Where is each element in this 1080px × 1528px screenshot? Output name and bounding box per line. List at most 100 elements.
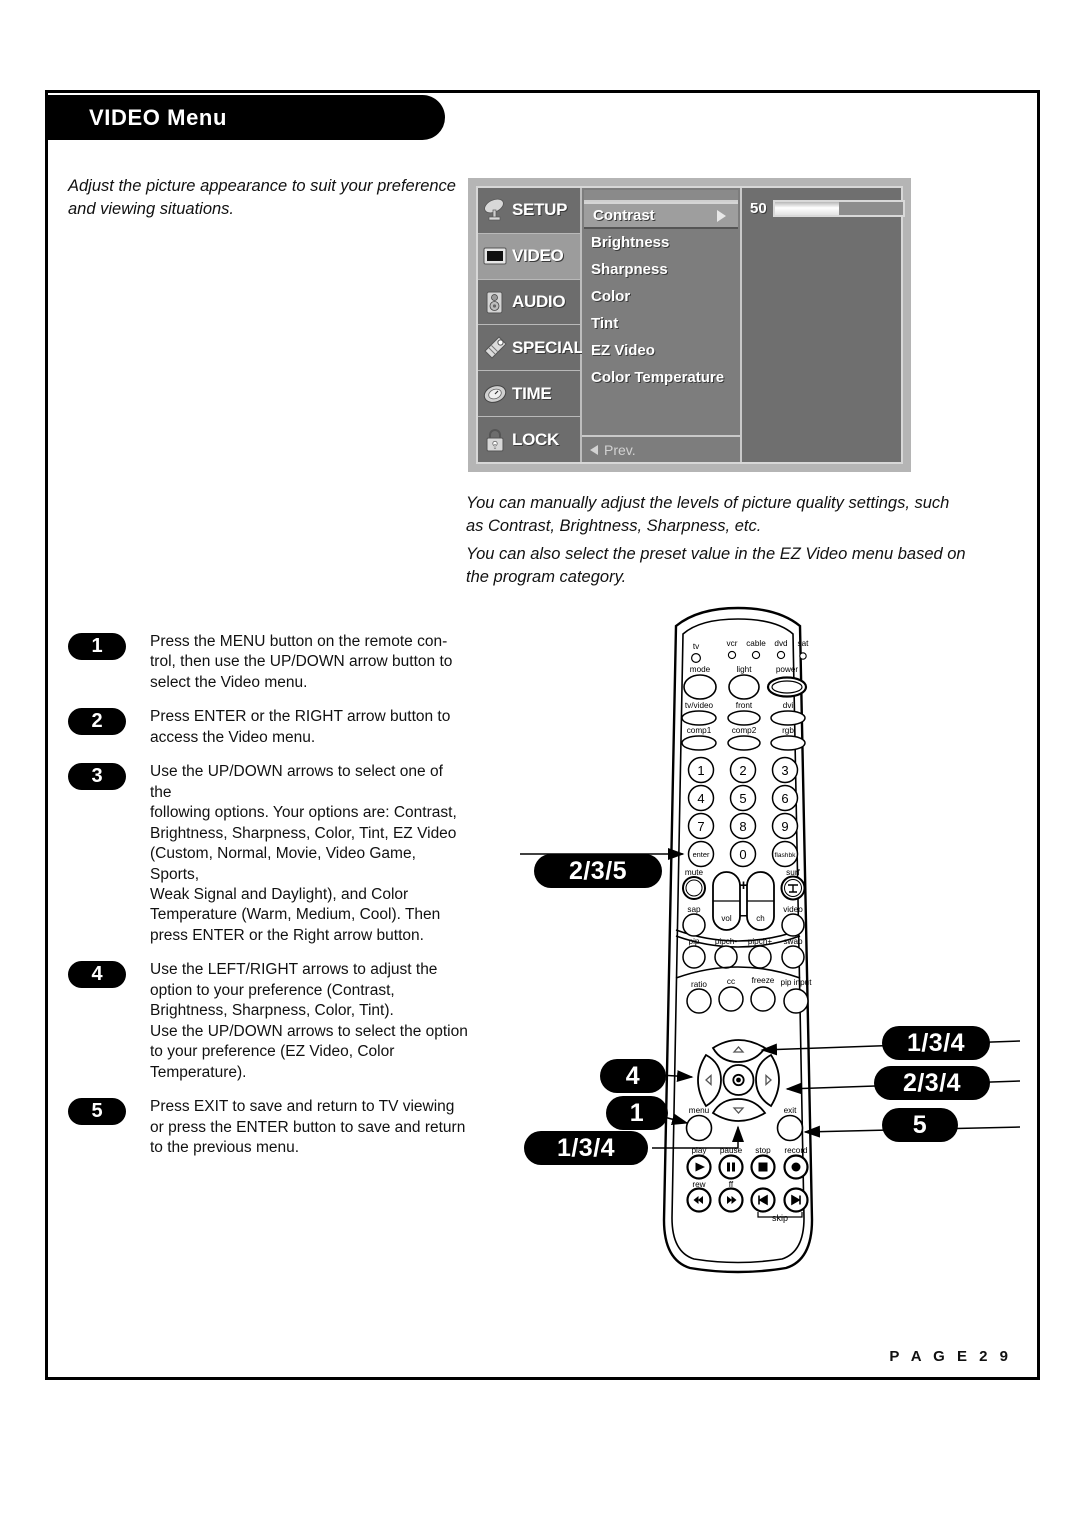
explanation-paragraph-1: You can manually adjust the levels of pi… [466,494,950,536]
svg-text:ch: ch [756,914,764,923]
osd-category-label: VIDEO [512,246,564,266]
page-footer: P A G E 2 9 [889,1348,1012,1365]
led-label-vcr: vcr [727,639,738,648]
osd-item-label: Brightness [591,234,670,251]
dvi-button [770,710,806,726]
svg-text:7: 7 [697,819,704,834]
page-header-tab: VIDEO Menu [45,95,445,140]
tv-screen-icon [482,243,508,269]
pip-input-button-label: pip input [781,978,813,987]
rgb-button [770,735,806,751]
svg-text:flashbk: flashbk [775,852,797,859]
remote-row-input2: comp1 comp2 rgb [681,726,806,751]
osd-contrast-slider[interactable] [772,200,905,217]
tvvideo-button-label: tv/video [685,701,714,710]
step-line: (Custom, Normal, Movie, Video Game, Spor… [150,845,416,883]
step-1: 1 Press the MENU button on the remote co… [68,632,468,693]
remote-row-input1: tv/video front dvi [681,701,806,726]
chevron-right-icon [717,209,726,222]
step-line: to your preference (EZ Video, Color [150,1043,395,1061]
step-text: Press EXIT to save and return to TV view… [150,1097,465,1158]
osd-item-label: Contrast [593,207,655,224]
osd-category-audio[interactable]: AUDIO [478,280,580,326]
osd-value-panel: 50 [742,188,905,462]
step-line: Use the UP/DOWN arrows to select the opt… [150,1022,468,1040]
svg-text:4: 4 [697,791,704,806]
comp1-button [681,735,717,751]
osd-list-spacer [582,391,740,435]
freeze-button-label: freeze [752,976,775,985]
steps-list: 1 Press the MENU button on the remote co… [68,632,468,1172]
callout-2-3-5: 2/3/5 [534,854,662,888]
led-label-sat: sat [798,639,810,648]
page-title: VIDEO Menu [89,104,228,130]
led-dvd [776,650,786,660]
front-button [727,710,761,726]
step-line: trol, then use the UP/DOWN arrow button … [150,653,453,671]
led-label-dvd: dvd [774,639,788,648]
step-line: following options. Your options are: Con… [150,804,457,822]
pipch-minus-button-label: pipch- [715,937,738,946]
menu-button-label: menu [689,1106,710,1115]
step-text: Press ENTER or the RIGHT arrow button to… [150,707,450,748]
rocker-minus-label: – [739,907,747,924]
pipch-plus-button [748,945,772,969]
pipch-minus-button [714,945,738,969]
osd-item-sharpness[interactable]: Sharpness [582,256,740,283]
osd-contrast-value: 50 [750,200,767,217]
padlock-icon [482,427,508,453]
freeze-button [750,986,776,1012]
osd-item-color[interactable]: Color [582,283,740,310]
mode-button-label: mode [690,665,711,674]
remote-row-mode: mode light power [683,665,808,700]
step-line: or press the ENTER button to save and re… [150,1118,466,1136]
callout-1-3-4-down: 1/3/4 [524,1131,648,1165]
osd-category-label: LOCK [512,429,559,449]
comp2-button [727,735,761,751]
step-line: to the previous menu. [150,1138,300,1156]
osd-menu-screenshot: SETUP VIDEO AUDIO SPECIAL TIME LOCK Cont… [468,178,911,472]
svg-text:5: 5 [739,791,746,806]
step-line: Press the MENU button on the remote con- [150,633,448,650]
svg-text:3: 3 [781,763,788,778]
osd-category-label: SETUP [512,200,568,220]
led-label-tv: tv [693,642,700,651]
osd-item-contrast[interactable]: Contrast [584,202,738,229]
osd-item-color-temperature[interactable]: Color Temperature [582,364,740,391]
step-line: Press ENTER or the RIGHT arrow button to [150,708,451,726]
svg-text:9: 9 [781,819,788,834]
swap-button [781,945,805,969]
step-3: 3 Use the UP/DOWN arrows to select one o… [68,762,468,946]
osd-category-time[interactable]: TIME [478,371,580,418]
osd-item-brightness[interactable]: Brightness [582,229,740,256]
step-number-badge: 1 [68,633,126,660]
exit-button-label: exit [784,1106,797,1115]
callout-2-3-4: 2/3/4 [874,1066,990,1100]
step-line: Brightness, Sharpness, Color, Tint). [150,1002,394,1020]
remote-control-diagram: tv vcr cable dvd sat mode light power tv… [500,600,1040,1290]
record-button-label: record [784,1146,808,1155]
step-line: press ENTER or the Right arrow button. [150,926,424,944]
svg-text:8: 8 [739,819,746,834]
dvi-button-label: dvi [783,701,794,710]
comp2-button-label: comp2 [732,726,757,735]
osd-item-label: Color [591,288,631,305]
sap-button [682,913,706,937]
osd-category-special[interactable]: SPECIAL [478,325,584,372]
cc-button-label: cc [727,977,735,986]
osd-item-ez-video[interactable]: EZ Video [582,337,740,364]
step-line: Use the UP/DOWN arrows to select one of … [150,763,443,801]
osd-category-video[interactable]: VIDEO [478,233,580,280]
stop-button-label: stop [755,1146,771,1155]
comp1-button-label: comp1 [687,726,712,735]
step-line: select the Video menu. [150,673,308,691]
osd-prev-button[interactable]: Prev. [582,435,740,462]
led-label-cable: cable [746,639,766,648]
manual-page: VIDEO Menu Adjust the picture appearance… [0,0,1080,1528]
rgb-button-label: rgb [782,726,794,735]
osd-category-setup[interactable]: SETUP [478,188,580,234]
led-cable [751,650,761,660]
osd-item-tint[interactable]: Tint [582,310,740,337]
led-tv [691,652,702,663]
osd-category-lock[interactable]: LOCK [478,417,580,462]
